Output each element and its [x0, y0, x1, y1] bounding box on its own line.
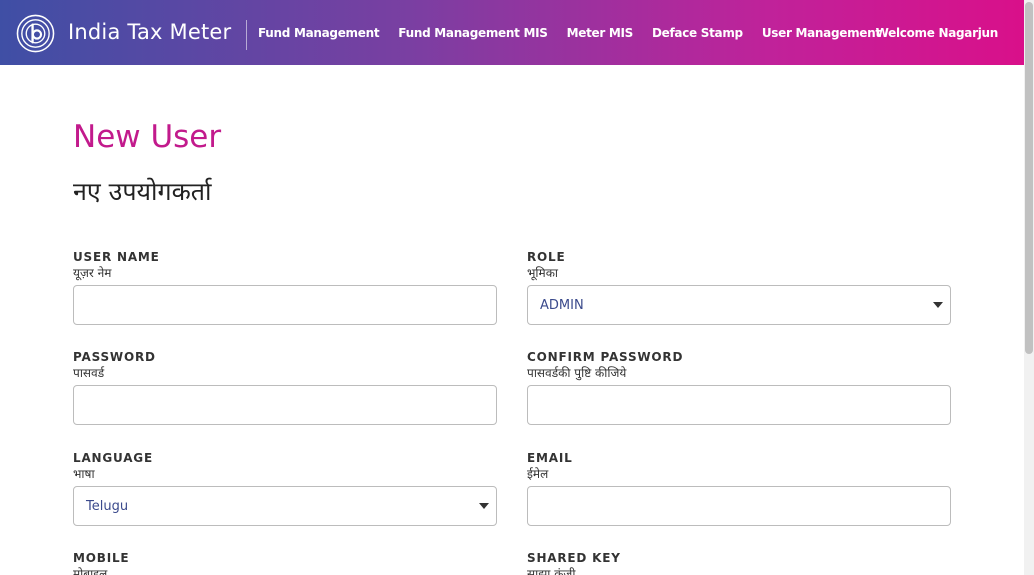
- user-name-input[interactable]: [73, 285, 497, 325]
- language-selected-value: Telugu: [86, 498, 129, 514]
- password-input[interactable]: [73, 385, 497, 425]
- email-label: EMAIL: [527, 451, 573, 465]
- role-label-hindi: भूमिका: [527, 266, 559, 280]
- nav-meter-mis[interactable]: Meter MIS: [567, 26, 634, 40]
- role-field: ROLE भूमिका ADMIN: [527, 249, 951, 325]
- email-label-hindi: ईमेल: [527, 467, 549, 481]
- email-input[interactable]: [527, 486, 951, 526]
- nav-deface-stamp[interactable]: Deface Stamp: [652, 26, 743, 40]
- password-label: PASSWORD: [73, 350, 156, 364]
- confirm-password-label-hindi: पासवर्डकी पुष्टि कीजिये: [527, 366, 627, 380]
- top-navbar: India Tax Meter Fund Management Fund Man…: [0, 0, 1024, 65]
- nav-fund-management-mis[interactable]: Fund Management MIS: [398, 26, 548, 40]
- caret-down-icon: [479, 503, 489, 509]
- brand-divider: [246, 20, 247, 50]
- language-field: LANGUAGE भाषा Telugu: [73, 450, 497, 526]
- confirm-password-field: CONFIRM PASSWORD पासवर्डकी पुष्टि कीजिये: [527, 349, 951, 425]
- role-select[interactable]: ADMIN: [527, 285, 951, 325]
- password-field: PASSWORD पासवर्ड: [73, 349, 497, 425]
- nav-fund-management[interactable]: Fund Management: [258, 26, 380, 40]
- scrollbar-thumb[interactable]: [1025, 2, 1033, 354]
- role-selected-value: ADMIN: [540, 297, 584, 313]
- password-label-hindi: पासवर्ड: [73, 366, 105, 380]
- language-label: LANGUAGE: [73, 451, 153, 465]
- user-name-label-hindi: यूज़र नेम: [73, 266, 112, 280]
- page-subtitle-hindi: नए उपयोगकर्ता: [73, 177, 212, 206]
- user-name-label: USER NAME: [73, 250, 160, 264]
- shared-key-label: SHARED KEY: [527, 551, 621, 565]
- pitney-bowes-logo-icon[interactable]: [16, 14, 55, 53]
- shared-key-field: SHARED KEY साझा कुंजी: [527, 550, 951, 575]
- role-label: ROLE: [527, 250, 566, 264]
- mobile-label: MOBILE: [73, 551, 130, 565]
- confirm-password-input[interactable]: [527, 385, 951, 425]
- caret-down-icon: [933, 302, 943, 308]
- page-title: New User: [73, 119, 222, 155]
- mobile-label-hindi: मोबाइल: [73, 567, 108, 575]
- app-brand-title[interactable]: India Tax Meter: [68, 20, 231, 44]
- language-label-hindi: भाषा: [73, 467, 95, 481]
- shared-key-label-hindi: साझा कुंजी: [527, 567, 576, 575]
- language-select[interactable]: Telugu: [73, 486, 497, 526]
- email-field: EMAIL ईमेल: [527, 450, 951, 526]
- mobile-field: MOBILE मोबाइल: [73, 550, 497, 575]
- user-name-field: USER NAME यूज़र नेम: [73, 249, 497, 325]
- page-scrollbar[interactable]: [1024, 0, 1034, 575]
- welcome-user[interactable]: Welcome Nagarjun: [876, 0, 999, 65]
- nav-user-management[interactable]: User Management: [762, 26, 881, 40]
- main-nav: Fund Management Fund Management MIS Mete…: [258, 0, 900, 65]
- confirm-password-label: CONFIRM PASSWORD: [527, 350, 684, 364]
